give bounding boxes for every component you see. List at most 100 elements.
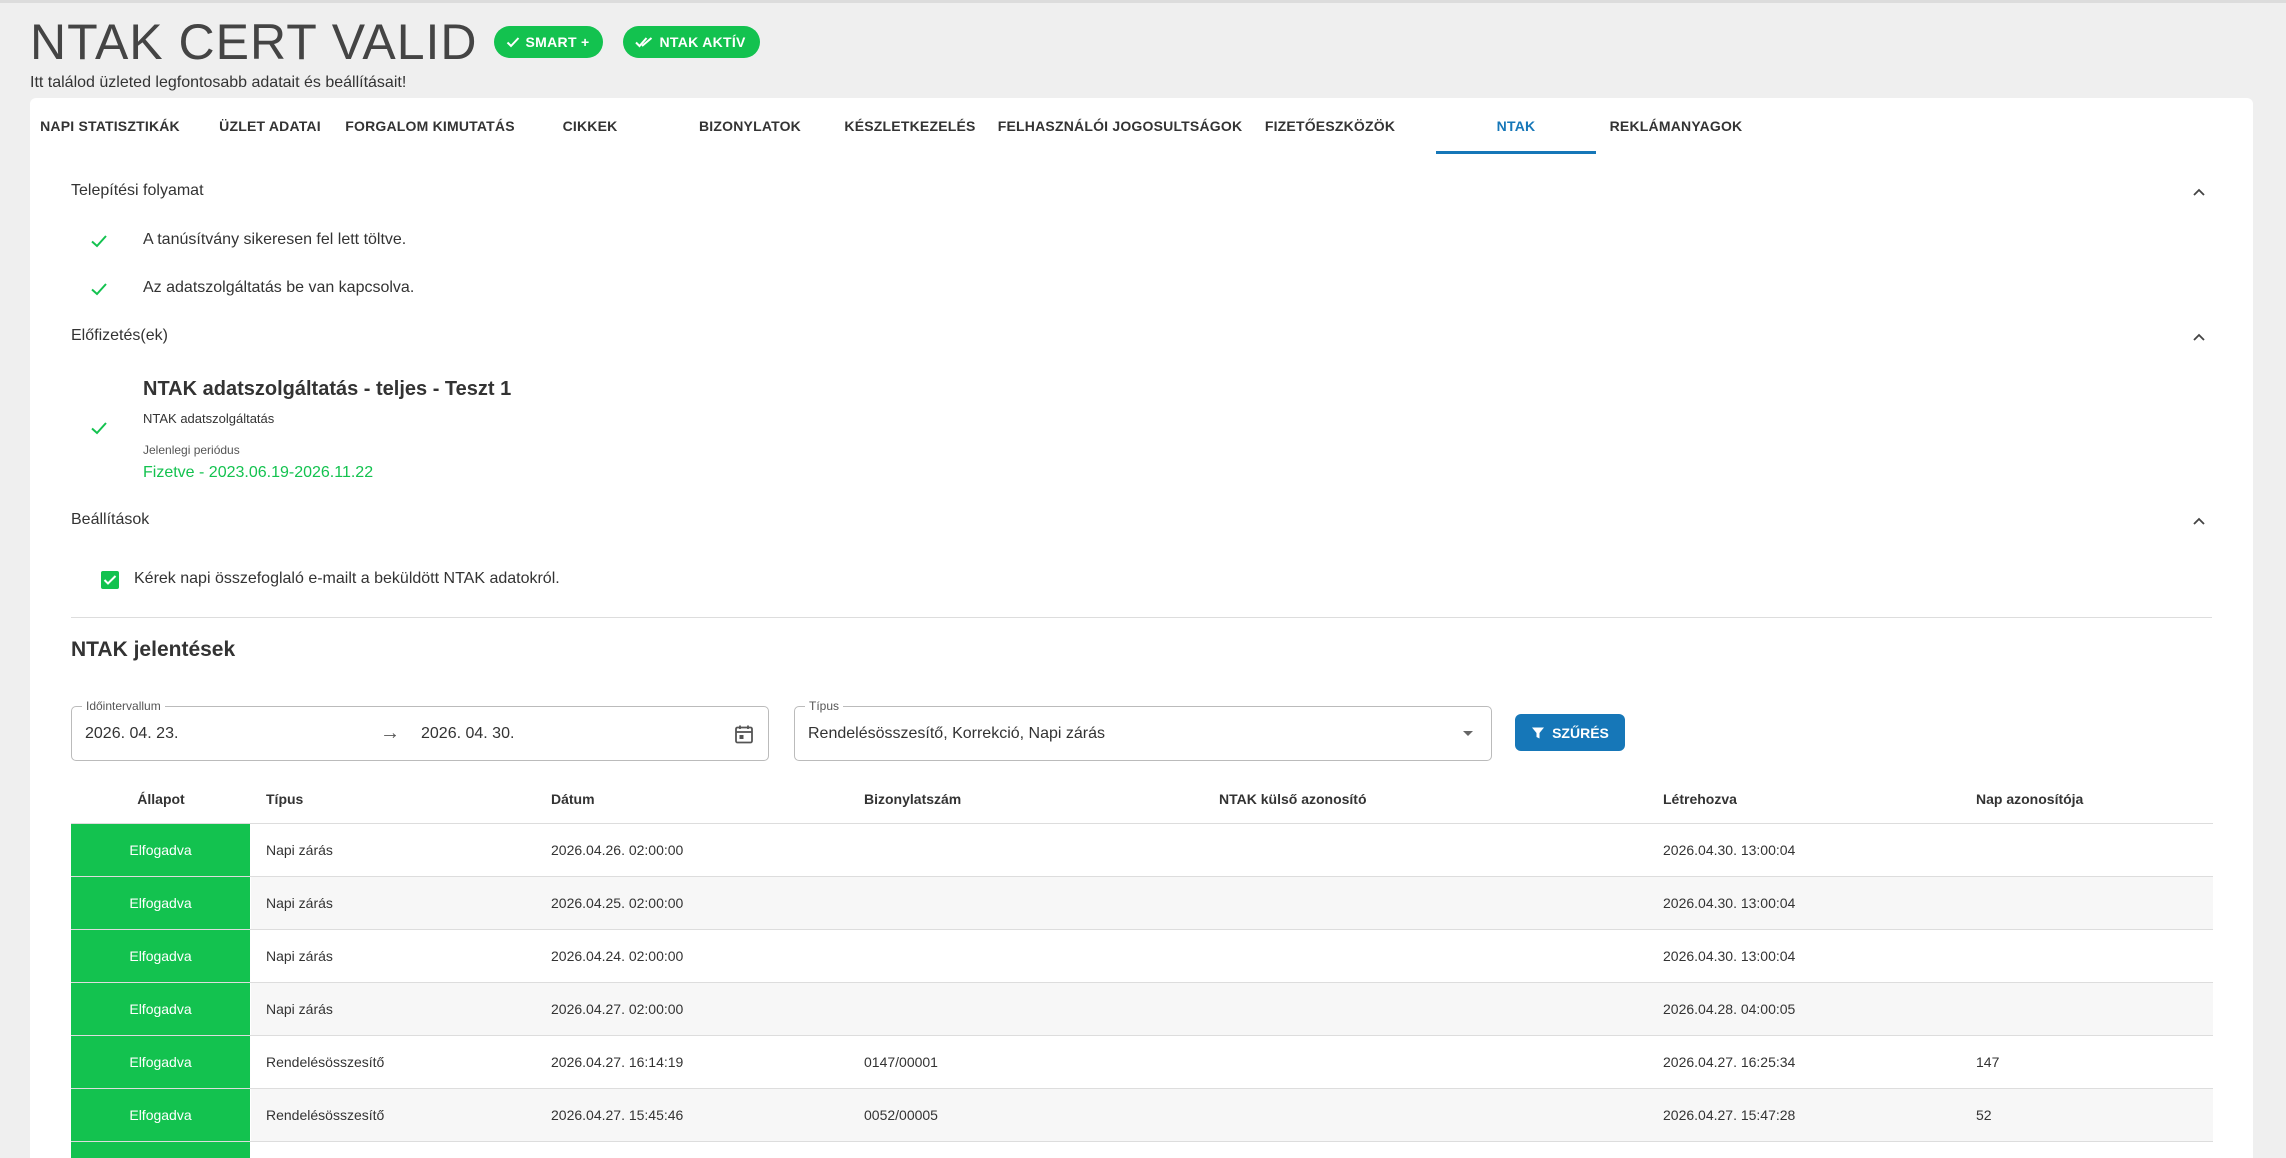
cell-receipt-number: 0052/00005: [864, 1107, 938, 1123]
column-header-receipt-number[interactable]: Bizonylatszám: [864, 774, 961, 824]
settings-section-title: Beállítások: [71, 511, 150, 528]
cell-type: Napi zárás: [266, 1001, 333, 1017]
status-badge: Elfogadva: [71, 930, 251, 982]
cell-created: 2026.04.30. 13:00:04: [1663, 895, 1796, 911]
smart-badge-label: SMART +: [525, 34, 590, 50]
dropdown-caret-icon[interactable]: [1463, 731, 1473, 736]
column-header-status[interactable]: Állapot: [71, 774, 251, 824]
tab-uzlet-adatai[interactable]: ÜZLET ADATAI: [190, 98, 350, 154]
status-badge: Elfogadva: [71, 824, 251, 876]
filter-icon: [1532, 727, 1545, 738]
subscriptions-section-title: Előfizetés(ek): [71, 327, 168, 344]
table-body: Elfogadva Napi zárás 2026.04.26. 02:00:00 2…: [71, 824, 2213, 1158]
tab-bizonylatok[interactable]: BIZONYLATOK: [670, 98, 830, 154]
cell-date: 2026.04.27. 16:14:19: [551, 1054, 684, 1070]
cell-day-id: 52: [1976, 1107, 1992, 1123]
tab-cikkek[interactable]: CIKKEK: [510, 98, 670, 154]
ntak-active-badge-label: NTAK AKTÍV: [659, 34, 746, 50]
cell-type: Napi zárás: [266, 948, 333, 964]
table-row[interactable]: Elfogadva Rendelésösszesítő 2026.04.27. 15…: [71, 1089, 2213, 1142]
status-badge: [71, 1142, 251, 1158]
check-icon: [91, 235, 107, 248]
page-title: NTAK CERT VALID: [30, 14, 478, 70]
date-range-field[interactable]: Időintervallum 2026. 04. 23. → 2026. 04.…: [71, 699, 769, 761]
column-header-date[interactable]: Dátum: [551, 774, 595, 824]
date-range-label: Időintervallum: [82, 699, 165, 713]
double-check-icon: [635, 37, 653, 48]
daily-summary-email-label[interactable]: Kérek napi összefoglaló e-mailt a beküld…: [134, 570, 560, 588]
date-to-input[interactable]: 2026. 04. 30.: [421, 725, 514, 743]
table-row[interactable]: Elfogadva Napi zárás 2026.04.27. 02:00:00 2…: [71, 983, 2213, 1036]
table-header: Állapot Típus Dátum Bizonylatszám NTAK k…: [71, 774, 2213, 824]
status-badge: Elfogadva: [71, 877, 251, 929]
ntak-active-badge: NTAK AKTÍV: [623, 26, 760, 58]
installation-item-data-service: Az adatszolgáltatás be van kapcsolva.: [143, 279, 415, 296]
chevron-up-icon[interactable]: [2190, 329, 2208, 347]
cell-day-id: 147: [1976, 1054, 2000, 1070]
active-tab-indicator: [1436, 151, 1596, 154]
cell-type: Napi zárás: [266, 842, 333, 858]
column-header-day-id[interactable]: Nap azonosítója: [1976, 774, 2083, 824]
cell-created: 2026.04.30. 13:00:04: [1663, 948, 1796, 964]
tab-ntak[interactable]: NTAK: [1436, 98, 1596, 154]
tab-forgalom-kimutatas[interactable]: FORGALOM KIMUTATÁS: [345, 98, 514, 154]
subscription-period-label: Jelenlegi periódus: [143, 443, 240, 457]
check-icon: [506, 37, 519, 48]
tab-fizetoeszkozok[interactable]: FIZETŐESZKÖZÖK: [1250, 98, 1410, 154]
check-icon: [91, 283, 107, 296]
tab-napi-statisztikak[interactable]: NAPI STATISZTIKÁK: [30, 98, 190, 154]
subscription-period-value: Fizetve - 2023.06.19-2026.11.22: [143, 464, 374, 481]
column-header-type[interactable]: Típus: [266, 774, 303, 824]
smart-badge: SMART +: [493, 26, 604, 58]
table-row[interactable]: Elfogadva Napi zárás 2026.04.25. 02:00:00 2…: [71, 877, 2213, 930]
main-card: NAPI STATISZTIKÁK ÜZLET ADATAI FORGALOM …: [30, 98, 2253, 1158]
status-badge: Elfogadva: [71, 983, 251, 1035]
check-icon: [91, 422, 107, 435]
cell-created: 2026.04.28. 04:00:05: [1663, 1001, 1796, 1017]
type-select-value: Rendelésösszesítő, Korrekció, Napi zárás: [808, 725, 1106, 742]
filter-button-label: SZŰRÉS: [1552, 724, 1609, 741]
cell-type: Rendelésösszesítő: [266, 1107, 385, 1123]
table-row[interactable]: Elfogadva Rendelésösszesítő 2026.04.27. 16…: [71, 1036, 2213, 1089]
reports-table: Állapot Típus Dátum Bizonylatszám NTAK k…: [71, 774, 2213, 1158]
page-header: NTAK CERT VALID SMART + NTAK AKTÍV: [30, 14, 760, 70]
chevron-up-icon[interactable]: [2190, 184, 2208, 202]
range-arrow-icon: →: [380, 722, 400, 744]
table-row[interactable]: [71, 1142, 2213, 1158]
tab-bar: NAPI STATISZTIKÁK ÜZLET ADATAI FORGALOM …: [30, 98, 2253, 154]
chevron-up-icon[interactable]: [2190, 513, 2208, 531]
tab-felhasznaloi-jogosultsagok[interactable]: FELHASZNÁLÓI JOGOSULTSÁGOK: [990, 98, 1250, 154]
page-subtitle: Itt találod üzleted legfontosabb adatait…: [30, 74, 407, 91]
cell-created: 2026.04.27. 16:25:34: [1663, 1054, 1796, 1070]
installation-item-certificate: A tanúsítvány sikeresen fel lett töltve.: [143, 231, 407, 248]
column-header-ntak-external-id[interactable]: NTAK külső azonosító: [1219, 774, 1367, 824]
check-icon: [103, 575, 117, 585]
tab-keszletkezeles[interactable]: KÉSZLETKEZELÉS: [830, 98, 990, 154]
tab-reklamanyagok[interactable]: REKLÁMANYAGOK: [1596, 98, 1756, 154]
type-select-label: Típus: [805, 699, 844, 713]
status-badge: Elfogadva: [71, 1089, 251, 1141]
cell-date: 2026.04.27. 02:00:00: [551, 1001, 684, 1017]
section-divider: [71, 617, 2212, 618]
subscription-name: NTAK adatszolgáltatás - teljes - Teszt 1: [143, 378, 512, 400]
installation-section-title: Telepítési folyamat: [71, 182, 204, 199]
table-row[interactable]: Elfogadva Napi zárás 2026.04.26. 02:00:00 2…: [71, 824, 2213, 877]
cell-date: 2026.04.26. 02:00:00: [551, 842, 684, 858]
cell-type: Napi zárás: [266, 895, 333, 911]
daily-summary-email-checkbox[interactable]: [101, 571, 119, 589]
status-badge: Elfogadva: [71, 1036, 251, 1088]
top-border: [0, 0, 2286, 3]
cell-created: 2026.04.30. 13:00:04: [1663, 842, 1796, 858]
table-row[interactable]: Elfogadva Napi zárás 2026.04.24. 02:00:00 2…: [71, 930, 2213, 983]
reports-title: NTAK jelentések: [71, 638, 236, 661]
column-header-created[interactable]: Létrehozva: [1663, 774, 1737, 824]
type-select[interactable]: Típus Rendelésösszesítő, Korrekció, Napi…: [794, 699, 1492, 761]
cell-type: Rendelésösszesítő: [266, 1054, 385, 1070]
date-from-input[interactable]: 2026. 04. 23.: [85, 725, 178, 743]
cell-date: 2026.04.24. 02:00:00: [551, 948, 684, 964]
cell-receipt-number: 0147/00001: [864, 1054, 938, 1070]
cell-date: 2026.04.27. 15:45:46: [551, 1107, 684, 1123]
calendar-icon[interactable]: [733, 723, 755, 745]
filter-button[interactable]: SZŰRÉS: [1515, 714, 1625, 751]
subscription-type: NTAK adatszolgáltatás: [143, 411, 275, 426]
